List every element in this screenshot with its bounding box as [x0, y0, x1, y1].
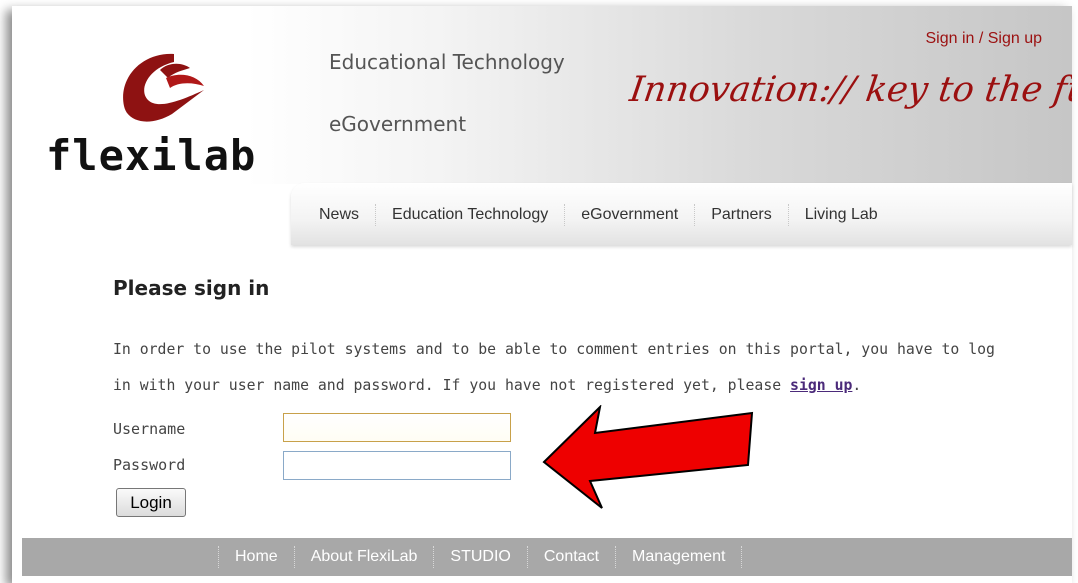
intro-text: In order to use the pilot systems and to…	[113, 341, 995, 394]
footer-item-contact[interactable]: Contact	[528, 546, 617, 568]
nav-item-egovernment[interactable]: eGovernment	[565, 204, 696, 226]
nav-item-news[interactable]: News	[303, 204, 377, 226]
nav-item-partners[interactable]: Partners	[695, 204, 789, 226]
tagline-education: Educational Technology	[329, 50, 565, 74]
footer-item-about[interactable]: About FlexiLab	[295, 546, 435, 568]
nav-item-living-lab[interactable]: Living Lab	[789, 204, 894, 226]
tagline-egovernment: eGovernment	[329, 112, 467, 136]
footer-item-home[interactable]: Home	[218, 546, 295, 568]
brand-wordmark: flexilab	[46, 131, 257, 180]
sign-in-sign-up-link[interactable]: Sign in / Sign up	[925, 30, 1042, 48]
main-content: Please sign in In order to use the pilot…	[113, 276, 1013, 394]
left-pointing-arrow-icon	[542, 405, 754, 509]
slogan: Innovation:// key to the future	[627, 70, 1072, 110]
sign-up-link[interactable]: sign up	[790, 377, 852, 394]
username-label: Username	[113, 420, 186, 438]
password-input[interactable]	[283, 451, 511, 480]
flexilab-logo-icon[interactable]	[112, 48, 212, 128]
site-header: flexilab Educational Technology eGovernm…	[12, 6, 1072, 184]
password-label: Password	[113, 456, 186, 474]
footer-item-management[interactable]: Management	[616, 546, 743, 568]
page-title: Please sign in	[113, 276, 270, 300]
footer-item-studio[interactable]: STUDIO	[434, 546, 528, 568]
login-button[interactable]: Login	[116, 488, 186, 517]
main-navigation: News Education Technology eGovernment Pa…	[291, 183, 1072, 245]
site-footer: Home About FlexiLab STUDIO Contact Manag…	[22, 538, 1072, 576]
intro-paragraph: In order to use the pilot systems and to…	[113, 332, 1013, 404]
nav-item-education-technology[interactable]: Education Technology	[376, 204, 566, 226]
username-input[interactable]	[283, 413, 511, 442]
intro-end: .	[852, 377, 862, 394]
